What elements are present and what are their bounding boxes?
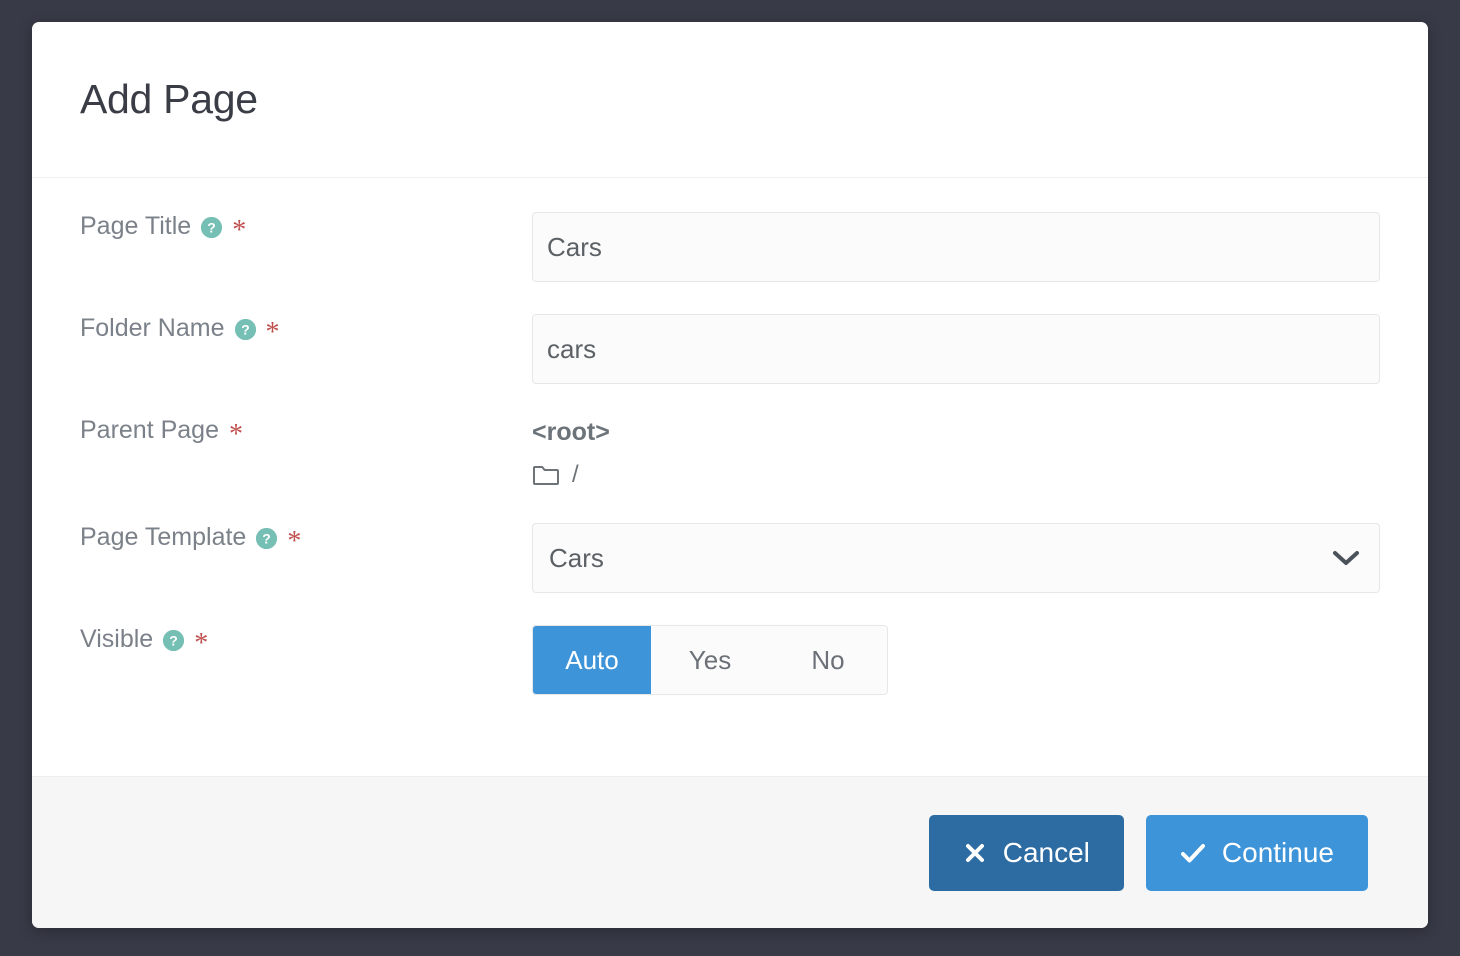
check-icon [1180,841,1206,865]
modal-body: Page Title ? * Folder Name ? * [32,178,1428,776]
label-page-title: Page Title ? * [80,211,532,245]
control-wrap-visible: Auto Yes No [532,625,1380,695]
parent-path-text: / [572,461,579,488]
label-text: Visible [80,624,154,653]
required-asterisk: * [287,526,302,557]
continue-button[interactable]: Continue [1145,814,1368,891]
required-asterisk: * [194,628,209,659]
parent-root-label: <root> [532,418,610,446]
svg-text:?: ? [207,219,216,235]
svg-text:?: ? [169,632,178,648]
folder-name-input[interactable] [532,314,1380,384]
control-wrap-folder-name [532,314,1380,384]
required-asterisk: * [232,215,247,246]
modal-footer: Cancel Continue [32,776,1428,928]
form-row-page-title: Page Title ? * [80,212,1380,282]
control-wrap-page-title [532,212,1380,282]
folder-icon [532,463,560,487]
help-icon[interactable]: ? [201,216,223,238]
cancel-button[interactable]: Cancel [928,814,1124,891]
page-template-selected-value: Cars [549,542,604,573]
label-folder-name: Folder Name ? * [80,313,532,347]
svg-text:?: ? [241,321,250,337]
help-icon[interactable]: ? [234,318,256,340]
continue-button-label: Continue [1221,836,1334,868]
label-parent-page: Parent Page * [80,415,532,449]
visible-option-auto[interactable]: Auto [533,626,651,694]
add-page-modal: Add Page Page Title ? * Folder Name ? [32,22,1428,928]
label-text: Page Template [80,522,247,551]
control-wrap-page-template: Cars [532,523,1380,593]
page-template-select-wrap: Cars [532,523,1380,593]
page-title: Add Page [80,76,258,122]
page-title-input[interactable] [532,212,1380,282]
form-row-parent-page: Parent Page * <root> / [80,416,1380,489]
form-row-folder-name: Folder Name ? * [80,314,1380,384]
label-text: Folder Name [80,313,225,342]
control-wrap-parent-page: <root> / [532,416,1380,489]
visible-option-no[interactable]: No [769,626,887,694]
form-row-visible: Visible ? * Auto Yes No [80,625,1380,695]
parent-path-row[interactable]: / [532,461,1380,489]
visible-segmented-control: Auto Yes No [532,625,888,695]
page-template-select[interactable]: Cars [532,523,1380,593]
visible-option-yes[interactable]: Yes [651,626,769,694]
label-visible: Visible ? * [80,624,532,658]
help-icon[interactable]: ? [256,527,278,549]
times-icon [963,841,987,865]
label-text: Parent Page [80,415,219,444]
required-asterisk: * [265,317,280,348]
cancel-button-label: Cancel [1002,836,1090,868]
label-text: Page Title [80,211,192,240]
form-row-page-template: Page Template ? * Cars [80,523,1380,593]
modal-header: Add Page [32,22,1428,178]
help-icon[interactable]: ? [163,629,185,651]
required-asterisk: * [229,419,243,450]
label-page-template: Page Template ? * [80,522,532,556]
svg-text:?: ? [263,530,272,546]
